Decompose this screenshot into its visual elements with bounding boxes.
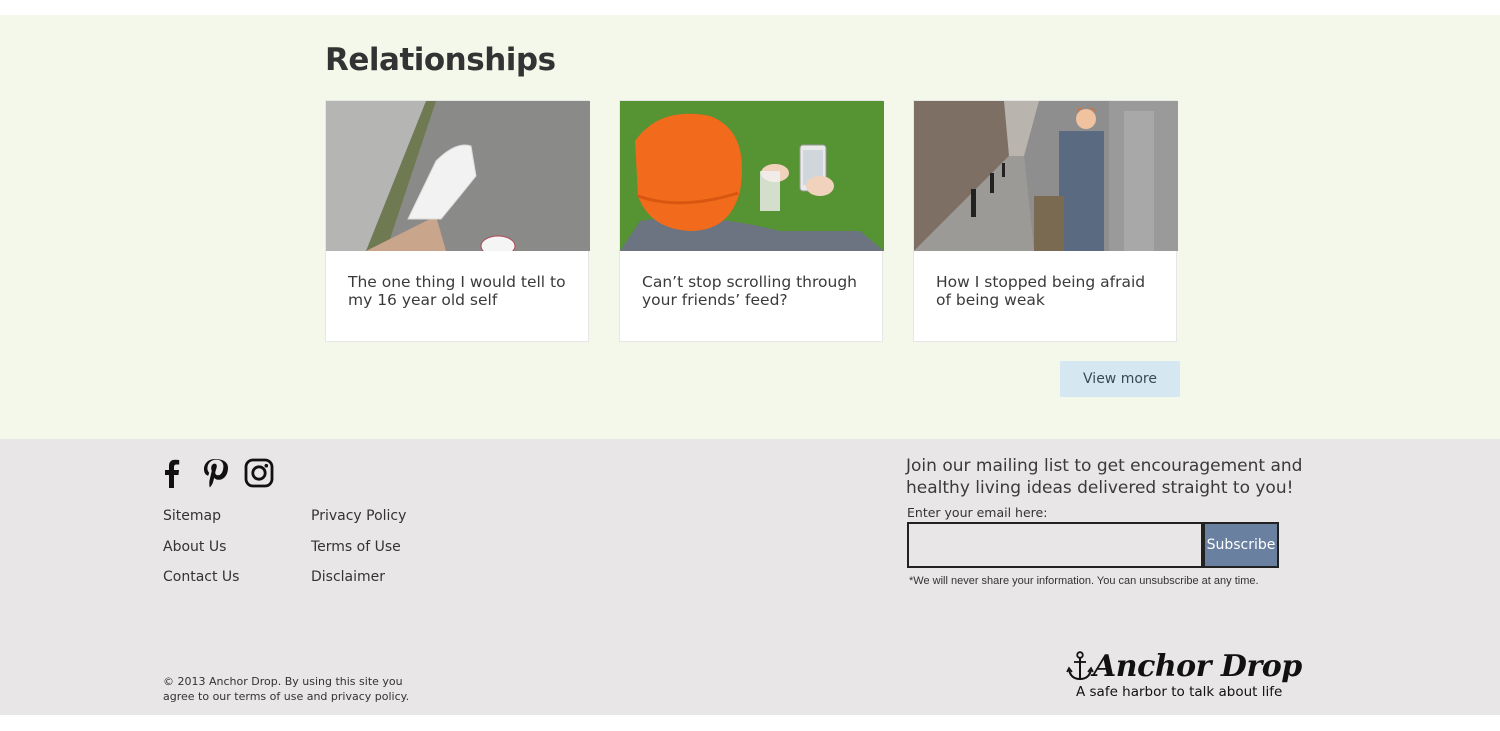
- email-input[interactable]: [907, 522, 1203, 568]
- view-more-button[interactable]: View more: [1060, 361, 1180, 397]
- footer-links-col1: Sitemap About Us Contact Us: [163, 507, 239, 599]
- article-card[interactable]: How I stopped being afraid of being weak: [913, 100, 1178, 342]
- article-image-street[interactable]: [914, 101, 1178, 251]
- footer: Sitemap About Us Contact Us Privacy Poli…: [0, 439, 1500, 715]
- article-card[interactable]: Can’t stop scrolling through your friend…: [619, 100, 884, 342]
- disclaimer-link[interactable]: Disclaimer: [311, 568, 406, 599]
- instagram-icon[interactable]: [244, 456, 274, 490]
- copyright-text: © 2013 Anchor Drop. By using this site y…: [163, 675, 410, 703]
- social-links: [156, 456, 274, 490]
- privacy-policy-link[interactable]: Privacy Policy: [311, 507, 406, 538]
- brand-name: Anchor Drop: [1093, 649, 1302, 684]
- article-title[interactable]: The one thing I would tell to my 16 year…: [348, 273, 568, 309]
- footer-links-col2: Privacy Policy Terms of Use Disclaimer: [311, 507, 406, 599]
- article-image-phone[interactable]: [620, 101, 884, 251]
- relationships-section: Relationships The one thing I would tell…: [0, 15, 1500, 439]
- sitemap-link[interactable]: Sitemap: [163, 507, 239, 538]
- about-us-link[interactable]: About Us: [163, 538, 239, 569]
- facebook-icon[interactable]: [156, 456, 186, 490]
- pinterest-icon[interactable]: [200, 456, 230, 490]
- article-title[interactable]: Can’t stop scrolling through your friend…: [642, 273, 862, 309]
- top-strip: [0, 0, 1500, 15]
- anchor-icon: [1066, 651, 1094, 681]
- brand-logo[interactable]: Anchor Drop A safe harbor to talk about …: [1066, 647, 1302, 703]
- contact-us-link[interactable]: Contact Us: [163, 568, 239, 599]
- brand-tagline: A safe harbor to talk about life: [1076, 684, 1283, 700]
- article-card[interactable]: The one thing I would tell to my 16 year…: [325, 100, 590, 342]
- email-label: Enter your email here:: [907, 505, 1048, 520]
- subscribe-button[interactable]: Subscribe: [1203, 522, 1279, 568]
- privacy-note: *We will never share your information. Y…: [909, 575, 1259, 587]
- mailing-list-heading: Join our mailing list to get encourageme…: [906, 456, 1303, 498]
- section-title: Relationships: [325, 42, 556, 78]
- article-title[interactable]: How I stopped being afraid of being weak: [936, 273, 1156, 309]
- bottom-strip: [0, 715, 1500, 731]
- terms-of-use-link[interactable]: Terms of Use: [311, 538, 406, 569]
- article-image-sneakers[interactable]: [326, 101, 590, 251]
